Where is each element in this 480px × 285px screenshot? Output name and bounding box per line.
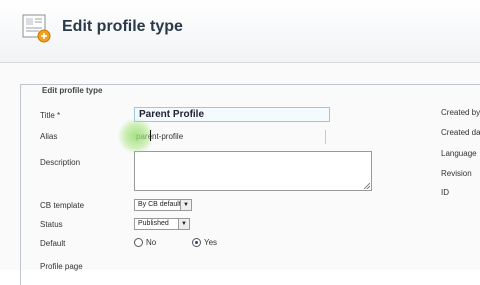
created-date-label: Created da (441, 128, 480, 137)
default-yes-radio[interactable] (192, 238, 201, 247)
title-label: Title * (40, 111, 61, 120)
chevron-down-icon[interactable]: ▼ (180, 200, 191, 210)
chevron-down-icon[interactable]: ▼ (178, 219, 189, 229)
page-title: Edit profile type (62, 18, 183, 35)
default-yes-label[interactable]: Yes (204, 238, 217, 247)
id-label: ID (441, 188, 449, 197)
cb-template-label: CB template (40, 201, 85, 210)
default-no-label[interactable]: No (146, 238, 156, 247)
status-select[interactable]: Published ▼ (134, 218, 190, 230)
alias-label: Alias (40, 132, 58, 141)
default-no-radio[interactable] (134, 238, 143, 247)
page-header: Edit profile type (0, 0, 480, 63)
status-label: Status (40, 220, 63, 229)
profile-edit-icon (22, 14, 51, 43)
created-by-label: Created by (441, 108, 480, 117)
status-value: Published (138, 220, 169, 227)
resize-grip-icon[interactable] (364, 183, 370, 189)
description-label: Description (40, 158, 81, 167)
cb-template-value: By CB default (138, 201, 181, 208)
text-caret (150, 130, 151, 141)
alias-input[interactable]: parent-profile (134, 130, 326, 144)
title-input[interactable]: Parent Profile (134, 107, 330, 122)
default-label: Default (40, 239, 66, 248)
cb-template-select[interactable]: By CB default ▼ (134, 199, 192, 211)
revision-label: Revision (441, 169, 472, 178)
description-textarea[interactable] (134, 151, 372, 191)
fieldset-legend: Edit profile type (40, 86, 105, 95)
language-label: Language (441, 149, 477, 158)
